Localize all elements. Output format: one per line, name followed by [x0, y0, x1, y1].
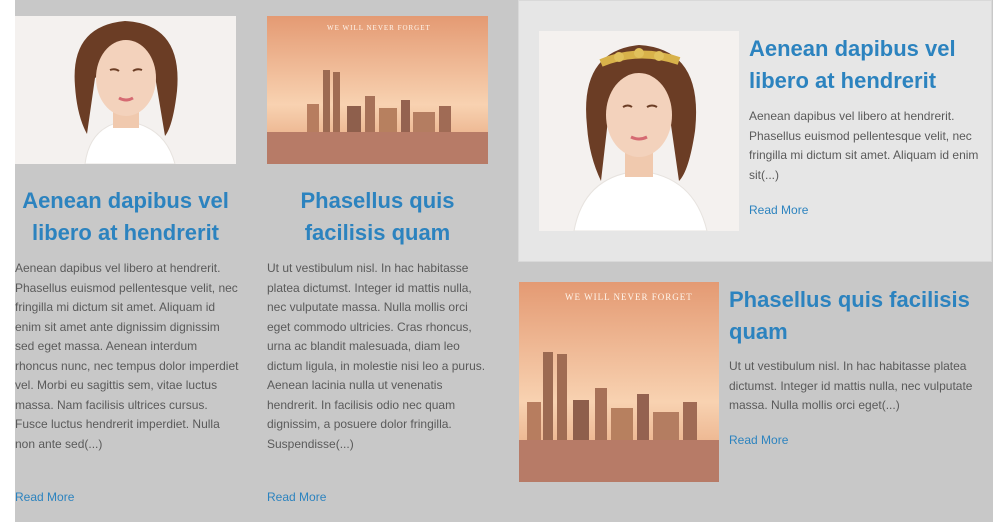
image-caption-text: WE WILL NEVER FORGET — [565, 292, 693, 302]
city-skyline-image — [267, 16, 488, 164]
post-title[interactable]: Aenean dapibus vel libero at hendrerit — [15, 185, 236, 249]
image-caption-text: WE WILL NEVER FORGET — [327, 24, 431, 32]
post-excerpt: Ut ut vestibulum nisl. In hac habitasse … — [267, 261, 486, 451]
post-title[interactable]: Aenean dapibus vel libero at hendrerit — [749, 33, 984, 97]
read-more-link[interactable]: Read More — [729, 433, 788, 447]
read-more-link[interactable]: Read More — [267, 490, 326, 504]
post-image-woman[interactable] — [15, 16, 236, 164]
post-image-city[interactable]: WE WILL NEVER FORGET — [519, 282, 719, 482]
read-more-link[interactable]: Read More — [749, 203, 808, 217]
page-margin-left — [0, 0, 15, 522]
read-more-link[interactable]: Read More — [15, 490, 74, 504]
post-title[interactable]: Phasellus quis facilisis quam — [267, 185, 488, 249]
post-image-city[interactable]: WE WILL NEVER FORGET — [267, 16, 488, 164]
woman-portrait-image — [539, 31, 739, 231]
post-title[interactable]: Phasellus quis facilisis quam — [729, 284, 993, 348]
city-skyline-image — [519, 282, 719, 482]
woman-portrait-image — [15, 16, 236, 164]
post-excerpt: Aenean dapibus vel libero at hendrerit. … — [15, 261, 239, 451]
post-image-woman[interactable] — [539, 31, 739, 231]
featured-post-card: Aenean dapibus vel libero at hendrerit A… — [518, 0, 992, 262]
page-margin-right — [993, 0, 1000, 522]
post-excerpt: Aenean dapibus vel libero at hendrerit. … — [749, 109, 979, 182]
post-excerpt: Ut ut vestibulum nisl. In hac habitasse … — [729, 359, 973, 412]
